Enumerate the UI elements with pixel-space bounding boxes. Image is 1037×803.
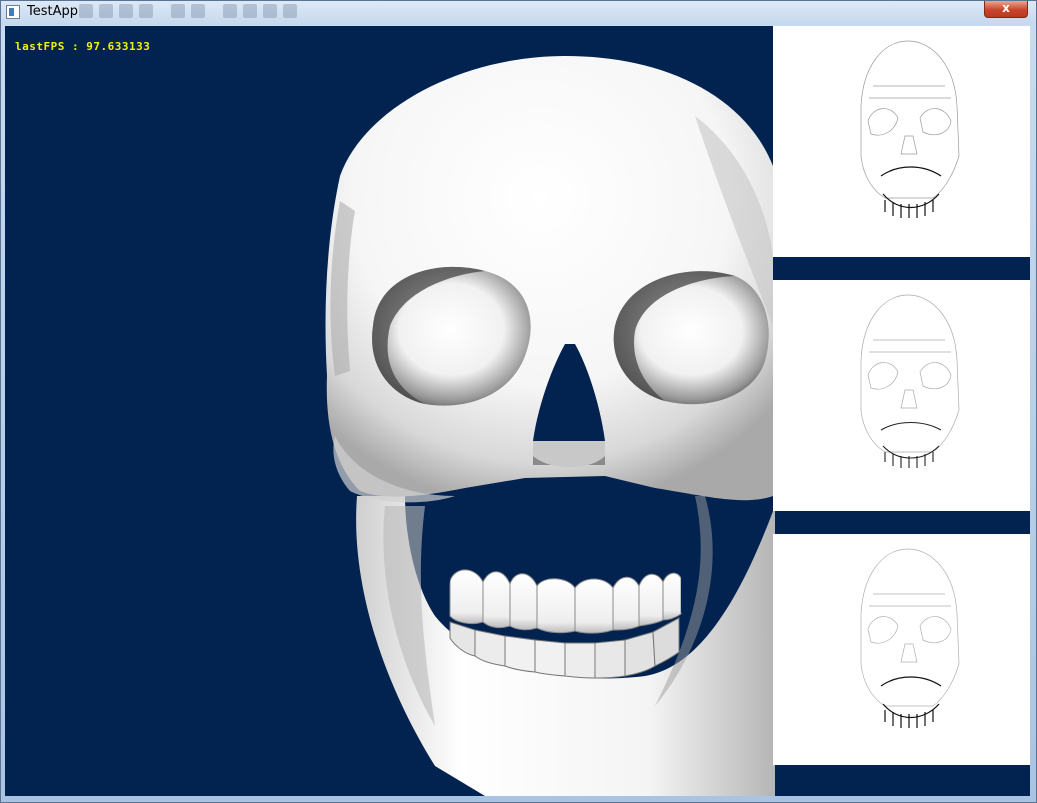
toolbar-icon (139, 4, 153, 18)
upper-teeth (449, 569, 682, 634)
skull-sketch-3 (860, 548, 960, 728)
thumbnail-view-1[interactable] (773, 26, 1030, 257)
mouth-gap-right (681, 531, 695, 614)
thumbnail-view-2[interactable] (773, 280, 1030, 511)
toolbar-icon (191, 4, 205, 18)
window-title: TestApp (27, 4, 78, 19)
mouth-gap-left (425, 531, 450, 616)
title-bar[interactable]: TestApp x (1, 1, 1036, 25)
toolbar-icon (99, 4, 113, 18)
toolbar-icon (119, 4, 133, 18)
toolbar-icon (223, 4, 237, 18)
toolbar-icon (283, 4, 297, 18)
thumbnail-view-3[interactable] (773, 534, 1030, 765)
render-viewport[interactable]: lastFPS : 97.633133 (5, 26, 1030, 796)
app-icon (6, 5, 20, 19)
toolbar-icon (79, 4, 93, 18)
skull-sketch-2 (860, 294, 960, 468)
toolbar-icon (243, 4, 257, 18)
toolbar-separator (211, 4, 217, 18)
toolbar-separator (159, 4, 165, 18)
close-button[interactable]: x (984, 1, 1028, 18)
app-window: TestApp x lastFPS: 97.633133 (0, 0, 1037, 803)
toolbar-icon (171, 4, 185, 18)
ghost-toolbar (79, 4, 329, 20)
skull-sketch-1 (860, 40, 960, 218)
toolbar-icon (263, 4, 277, 18)
fps-counter: lastFPS : 97.633133 (15, 40, 151, 53)
